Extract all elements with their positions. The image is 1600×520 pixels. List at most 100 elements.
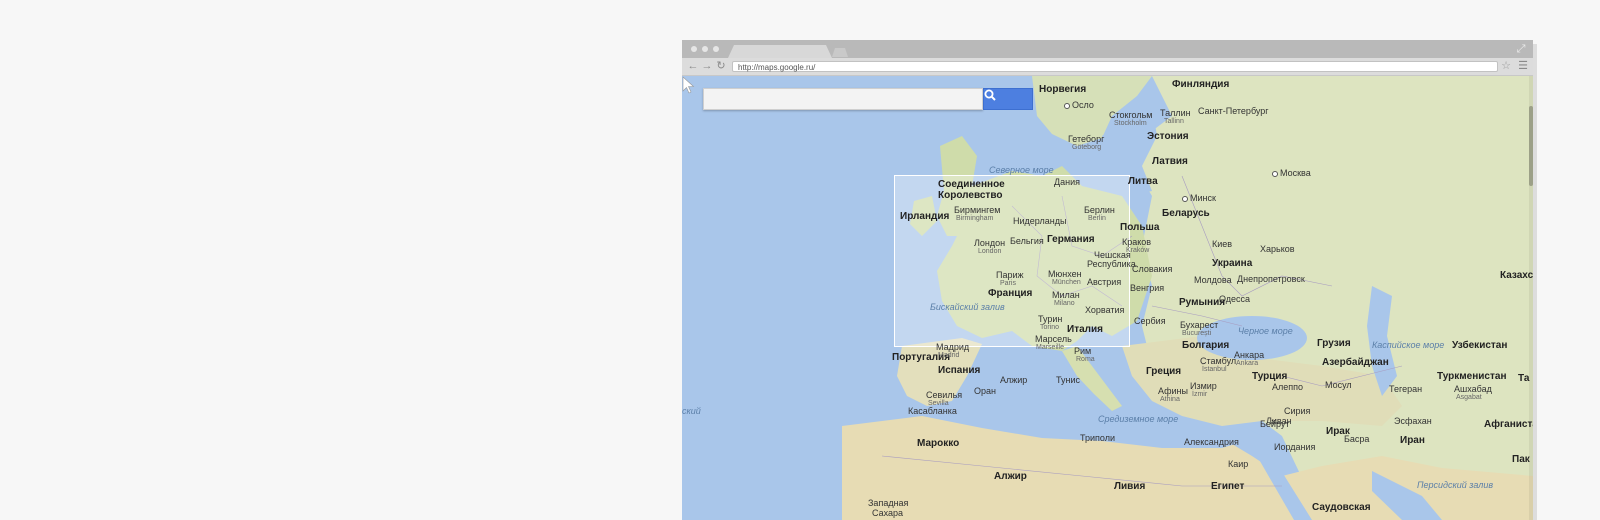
city-label: Одесса <box>1219 294 1251 304</box>
country-label: Та <box>1518 373 1530 384</box>
browser-window: ⤢ ← → ↻ http://maps.google.ru/ ☆ ☰ Север… <box>682 40 1533 520</box>
country-label: Саудовская <box>1312 502 1371 513</box>
country-label: Алжир <box>994 471 1027 482</box>
city-label: București <box>1182 330 1212 337</box>
city-label: Днепропетровск <box>1237 274 1305 284</box>
country-label: Сирия <box>1284 406 1311 416</box>
city-label: Каир <box>1228 459 1249 469</box>
country-label: Беларусь <box>1162 208 1210 219</box>
browser-toolbar: ← → ↻ http://maps.google.ru/ ☆ ☰ <box>682 58 1533 76</box>
new-tab-button[interactable] <box>832 48 848 57</box>
country-label: Латвия <box>1152 156 1188 167</box>
city-label: Ankara <box>1236 360 1259 367</box>
country-label: Эстония <box>1147 131 1189 142</box>
sea-label: Каспийское море <box>1372 340 1445 350</box>
maximize-icon[interactable]: ⤢ <box>1515 43 1527 55</box>
city-label: Birmingham <box>956 215 994 222</box>
city-label: Оран <box>974 386 996 396</box>
city-label: Касабланка <box>908 406 957 416</box>
arrow-right-icon[interactable]: → <box>700 60 714 73</box>
city-label: İstanbul <box>1202 366 1227 373</box>
city-label: London <box>978 248 1002 255</box>
country-label: Пак <box>1512 454 1530 465</box>
city-label: Athina <box>1160 396 1180 403</box>
country-label: Туркменистан <box>1437 371 1507 382</box>
city-label: Madrid <box>938 352 960 359</box>
city-label: Ливан <box>1266 416 1292 426</box>
country-label: Соединенное <box>938 179 1005 190</box>
city-label: Киев <box>1212 239 1233 249</box>
star-icon[interactable]: ☆ <box>1499 59 1513 73</box>
city-label: Тунис <box>1056 375 1080 385</box>
search-button[interactable] <box>983 88 1033 110</box>
city-label: Marseille <box>1036 344 1065 351</box>
city-label: Иордания <box>1274 442 1316 452</box>
country-label: Иран <box>1400 435 1425 446</box>
country-label: Германия <box>1047 234 1095 245</box>
search-icon <box>984 89 996 101</box>
country-label: Марокко <box>917 438 960 449</box>
city-label: Göteborg <box>1072 144 1102 151</box>
country-label: Королевство <box>938 190 1003 201</box>
country-label: Сахара <box>872 508 904 518</box>
country-label: Франция <box>988 288 1033 299</box>
city-label: Berlin <box>1088 215 1106 222</box>
city-label: Roma <box>1076 356 1095 363</box>
map-scrollbar[interactable] <box>1529 76 1533 520</box>
country-label: Норвегия <box>1039 84 1087 95</box>
zoom-dot-icon[interactable] <box>713 46 719 52</box>
minimize-dot-icon[interactable] <box>702 46 708 52</box>
city-label: Тегеран <box>1389 384 1423 394</box>
country-label: Финляндия <box>1172 79 1230 90</box>
city-label: Харьков <box>1260 244 1295 254</box>
country-label: Хорватия <box>1085 305 1125 315</box>
country-label: Литва <box>1128 176 1158 187</box>
city-label: Эсфахан <box>1394 416 1432 426</box>
country-label: Грузия <box>1317 338 1351 349</box>
city-label: Tallinn <box>1164 118 1184 125</box>
sea-label: Северное море <box>989 165 1054 175</box>
country-label: Польша <box>1120 222 1160 233</box>
address-bar[interactable]: http://maps.google.ru/ <box>732 61 1498 72</box>
city-label: Алеппо <box>1272 382 1304 392</box>
city-label: Мосул <box>1325 380 1352 390</box>
country-label: Испания <box>938 365 981 376</box>
city-label: Москва <box>1272 168 1311 178</box>
country-label: Австрия <box>1087 277 1122 287</box>
country-label: Египет <box>1211 481 1245 492</box>
arrow-left-icon[interactable]: ← <box>686 60 700 73</box>
country-label: Западная <box>868 498 909 508</box>
city-label: Санкт-Петербург <box>1198 106 1269 116</box>
sea-label: Черное море <box>1238 326 1293 336</box>
country-label: Греция <box>1146 366 1182 377</box>
country-label: Италия <box>1067 324 1103 335</box>
country-label: Украина <box>1212 258 1253 269</box>
sea-label: Бискайский залив <box>930 302 1005 312</box>
city-label: Александрия <box>1184 437 1239 447</box>
search-input[interactable] <box>703 88 983 110</box>
map-canvas[interactable]: Северное море Бискайский залив Черное мо… <box>682 76 1533 520</box>
city-label: Torino <box>1040 324 1060 331</box>
reload-icon[interactable]: ↻ <box>714 60 728 73</box>
country-label: Словакия <box>1132 264 1173 274</box>
city-label: Минск <box>1182 193 1216 203</box>
title-bar: ⤢ <box>682 40 1533 58</box>
country-label: Ирландия <box>900 211 950 222</box>
sea-label: Средиземное море <box>1098 414 1179 424</box>
close-dot-icon[interactable] <box>691 46 697 52</box>
country-label: Узбекистан <box>1452 340 1508 351</box>
city-label: Stockholm <box>1114 120 1147 127</box>
country-label: Болгария <box>1182 340 1230 351</box>
city-label: Milano <box>1054 300 1075 307</box>
menu-icon[interactable]: ☰ <box>1517 59 1529 73</box>
browser-tab[interactable] <box>728 45 832 58</box>
edge-label: ский <box>682 406 701 416</box>
country-label: Нидерланды <box>1013 216 1067 226</box>
city-label: Басра <box>1344 434 1370 444</box>
country-label: Бельгия <box>1010 236 1044 246</box>
scroll-thumb[interactable] <box>1529 106 1533 186</box>
country-label: Азербайджан <box>1322 357 1389 368</box>
country-label: Венгрия <box>1130 283 1165 293</box>
sea-label: Персидский залив <box>1417 480 1494 490</box>
country-label: Сербия <box>1134 316 1166 326</box>
